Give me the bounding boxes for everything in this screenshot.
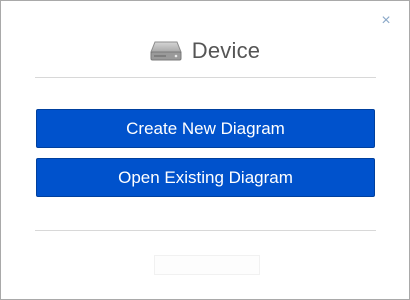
- dialog-header: Device: [1, 35, 409, 67]
- top-divider: [35, 77, 376, 78]
- dialog-title: Device: [191, 38, 261, 63]
- bottom-divider: [35, 230, 376, 231]
- hard-drive-icon: [150, 41, 182, 61]
- open-existing-diagram-button[interactable]: Open Existing Diagram: [36, 158, 375, 197]
- faint-footer-area: [154, 255, 260, 275]
- create-new-diagram-button[interactable]: Create New Diagram: [36, 109, 375, 148]
- close-icon[interactable]: ×: [379, 13, 393, 29]
- storage-dialog: × Device Create New Diagram Open Existin…: [0, 0, 410, 300]
